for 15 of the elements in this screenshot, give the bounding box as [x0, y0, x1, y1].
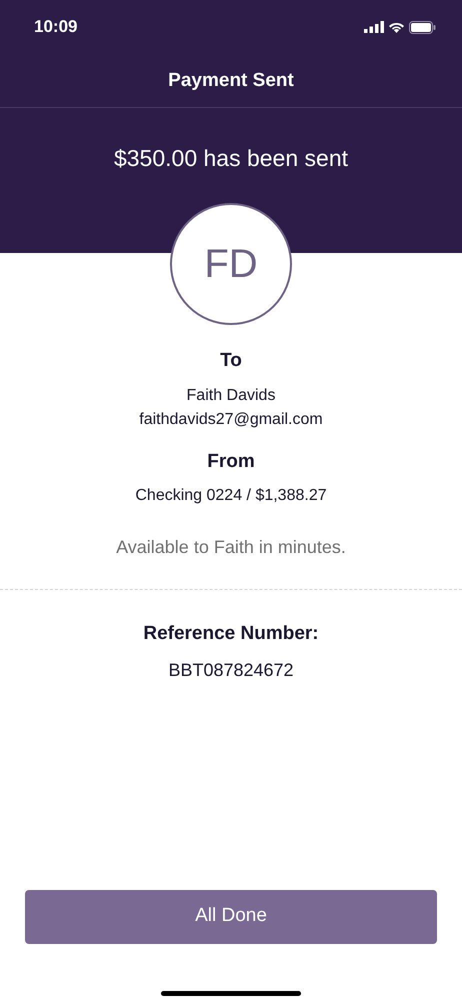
screen-title: Payment Sent — [0, 54, 462, 108]
wifi-icon — [388, 21, 405, 33]
amount-message: $350.00 has been sent — [114, 145, 348, 171]
signal-icon — [364, 21, 384, 33]
done-button[interactable]: All Done — [25, 890, 437, 944]
status-time: 10:09 — [34, 16, 78, 38]
to-label: To — [220, 350, 242, 371]
reference-number: BBT087824672 — [168, 660, 294, 680]
reference-label: Reference Number: — [143, 623, 319, 644]
availability-note: Available to Faith in minutes. — [116, 537, 346, 557]
account-info: Checking 0224 / $1,388.27 — [135, 487, 327, 504]
battery-icon — [409, 20, 436, 34]
recipient-email: faithdavids27@gmail.com — [139, 410, 323, 428]
recipient-name: Faith Davids — [186, 386, 276, 404]
from-label: From — [207, 450, 255, 472]
